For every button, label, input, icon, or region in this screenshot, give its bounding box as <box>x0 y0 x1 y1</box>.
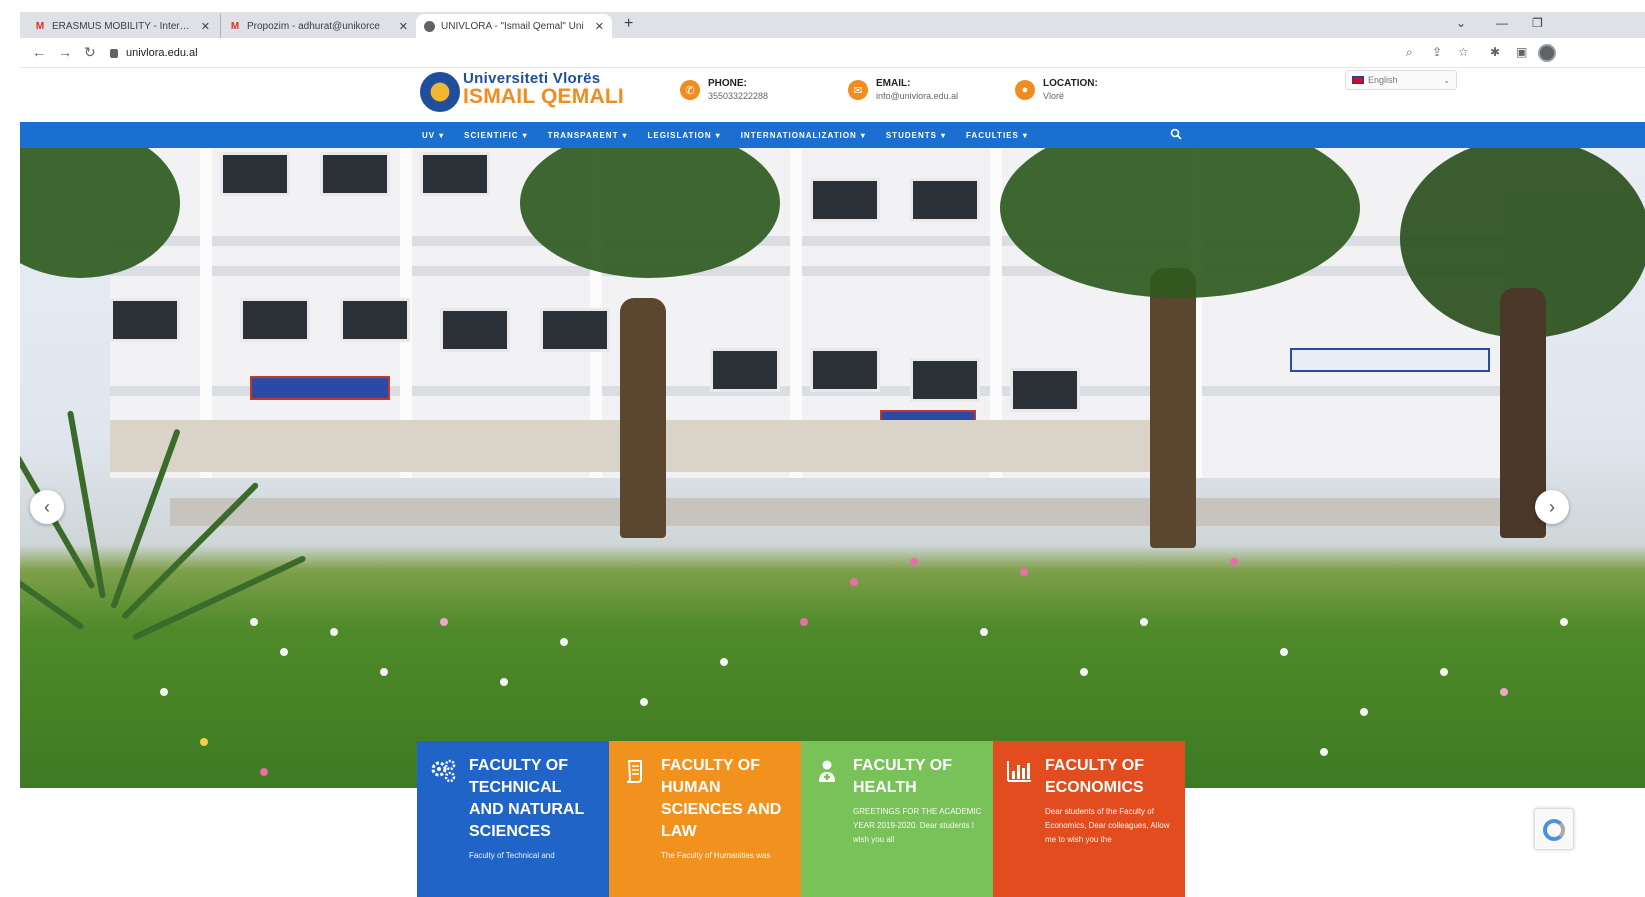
search-icon[interactable] <box>1170 128 1182 140</box>
gmail-icon: M <box>35 20 45 32</box>
side-panel-icon[interactable]: ▣ <box>1516 45 1527 59</box>
logo-text-bottom[interactable]: ISMAIL QEMALI <box>463 85 624 109</box>
nav-item-scientific[interactable]: SCIENTIFIC ▾ <box>464 131 527 140</box>
bar-chart-icon <box>1007 761 1031 782</box>
faculty-title: Faculty of Economics <box>1045 757 1144 796</box>
lock-icon <box>110 48 118 58</box>
browser-tab-erasmus[interactable]: M ERASMUS MOBILITY - Internatio ✕ <box>26 14 218 38</box>
chevron-down-icon: ⌄ <box>1443 75 1450 85</box>
nav-item-faculties[interactable]: FACULTIES ▾ <box>966 131 1028 140</box>
minimize-icon[interactable]: — <box>1496 16 1508 30</box>
language-select[interactable]: English ⌄ <box>1345 70 1457 90</box>
tab-title: Propozim - adhurat@unikorce <box>247 20 380 32</box>
tab-search-icon[interactable]: ⌄ <box>1456 16 1466 30</box>
url-text: univlora.edu.al <box>126 47 198 59</box>
faculty-cards: Faculty of Technical and Natural Science… <box>417 741 1185 897</box>
email-label: EMAIL: <box>876 78 911 89</box>
gmail-icon: M <box>230 20 240 32</box>
share-icon[interactable]: ⇪ <box>1432 45 1442 59</box>
extensions-icon[interactable]: ✱ <box>1490 45 1500 59</box>
slider-prev-button[interactable]: ‹ <box>30 490 64 524</box>
faculty-card-human-sciences[interactable]: Faculty of Human Sciences and Law The Fa… <box>609 741 801 897</box>
globe-icon <box>424 20 435 32</box>
uk-flag-icon <box>1352 76 1364 84</box>
university-seal-icon[interactable] <box>420 72 460 112</box>
faculty-title: Faculty of Technical and Natural Science… <box>469 757 584 840</box>
recaptcha-badge[interactable] <box>1534 808 1574 850</box>
nav-item-uv[interactable]: UV ▾ <box>422 131 444 140</box>
main-menu: UV ▾ SCIENTIFIC ▾ TRANSPARENT ▾ LEGISLATION… <box>422 122 1048 148</box>
tab-title: UNIVLORA - "Ismail Qemal" Uni <box>441 20 584 32</box>
browser-toolbar: ← → ↻ univlora.edu.al ⌕ ⇪ ☆ ✱ ▣ <box>20 38 1645 68</box>
close-tab-icon[interactable]: ✕ <box>201 20 210 33</box>
restore-icon[interactable]: ❐ <box>1532 16 1543 30</box>
tab-strip: M ERASMUS MOBILITY - Internatio ✕ M Prop… <box>20 12 1645 38</box>
faculty-card-health[interactable]: Faculty of Health GREETINGS FOR THE ACAD… <box>801 741 993 897</box>
nav-item-students[interactable]: STUDENTS ▾ <box>886 131 946 140</box>
location-pin-icon: ● <box>1015 80 1035 100</box>
location-label: LOCATION: <box>1043 78 1098 89</box>
faculty-description: The Faculty of Humanities was <box>661 851 771 860</box>
close-tab-icon[interactable]: ✕ <box>595 20 604 33</box>
close-tab-icon[interactable]: ✕ <box>399 20 408 33</box>
gears-icon <box>431 759 456 783</box>
back-icon[interactable]: ← <box>32 44 46 60</box>
contact-email: ✉ EMAIL: info@univlora.edu.al <box>848 78 958 101</box>
chevron-down-icon: ▾ <box>940 130 946 140</box>
nav-item-legislation[interactable]: LEGISLATION ▾ <box>647 131 720 140</box>
bookmark-star-icon[interactable]: ☆ <box>1458 45 1469 59</box>
browser-window: M ERASMUS MOBILITY - Internatio ✕ M Prop… <box>20 12 1645 897</box>
recaptcha-icon <box>1543 819 1565 841</box>
faculty-description: Faculty of Technical and <box>469 851 555 860</box>
nurse-icon <box>819 760 835 782</box>
profile-avatar[interactable] <box>1538 44 1556 62</box>
contact-location: ● LOCATION: Vlorë <box>1015 78 1098 101</box>
chevron-down-icon: ▾ <box>715 130 721 140</box>
email-icon: ✉ <box>848 80 868 100</box>
scroll-icon <box>626 760 642 783</box>
tab-title: ERASMUS MOBILITY - Internatio <box>52 20 195 32</box>
browser-tab-propozim[interactable]: M Propozim - adhurat@unikorce ✕ <box>220 14 416 38</box>
phone-label: PHONE: <box>708 78 747 89</box>
email-value[interactable]: info@univlora.edu.al <box>876 91 958 101</box>
browser-tab-univlora[interactable]: UNIVLORA - "Ismail Qemal" Uni ✕ <box>416 14 612 38</box>
location-value: Vlorë <box>1043 91 1065 101</box>
chevron-down-icon: ▾ <box>522 130 528 140</box>
language-value: English <box>1368 75 1398 85</box>
contact-phone: ✆ PHONE: 355033222288 <box>680 78 768 101</box>
faculty-title: Faculty of Health <box>853 757 952 796</box>
new-tab-button[interactable]: + <box>624 15 633 33</box>
nav-item-internationalization[interactable]: INTERNATIONALIZATION ▾ <box>741 131 866 140</box>
zoom-icon[interactable]: ⌕ <box>1406 45 1413 60</box>
main-navbar: UV ▾ SCIENTIFIC ▾ TRANSPARENT ▾ LEGISLATION… <box>20 122 1645 148</box>
faculty-description: Dear students of the Faculty of Economic… <box>1045 807 1170 844</box>
reload-icon[interactable]: ↻ <box>84 44 96 61</box>
slider-next-button[interactable]: › <box>1535 490 1569 524</box>
chevron-down-icon: ▾ <box>439 130 445 140</box>
hero-slider: ‹ › <box>20 148 1645 788</box>
faculty-card-economics[interactable]: Faculty of Economics Dear students of th… <box>993 741 1185 897</box>
nav-item-transparent[interactable]: TRANSPARENT ▾ <box>548 131 628 140</box>
campus-path <box>170 498 1510 526</box>
site-header: Universiteti Vlorës ISMAIL QEMALI ✆ PHON… <box>20 68 1645 122</box>
phone-value: 355033222288 <box>708 91 769 101</box>
forward-icon[interactable]: → <box>58 44 72 60</box>
chevron-down-icon: ▾ <box>1022 130 1028 140</box>
phone-icon: ✆ <box>680 80 700 100</box>
chevron-down-icon: ▾ <box>860 130 866 140</box>
faculty-card-technical[interactable]: Faculty of Technical and Natural Science… <box>417 741 609 897</box>
faculty-title: Faculty of Human Sciences and Law <box>661 757 782 840</box>
chevron-down-icon: ▾ <box>622 130 628 140</box>
address-bar[interactable]: univlora.edu.al <box>110 42 1380 64</box>
faculty-description: GREETINGS FOR THE ACADEMIC YEAR 2019-202… <box>853 807 982 844</box>
